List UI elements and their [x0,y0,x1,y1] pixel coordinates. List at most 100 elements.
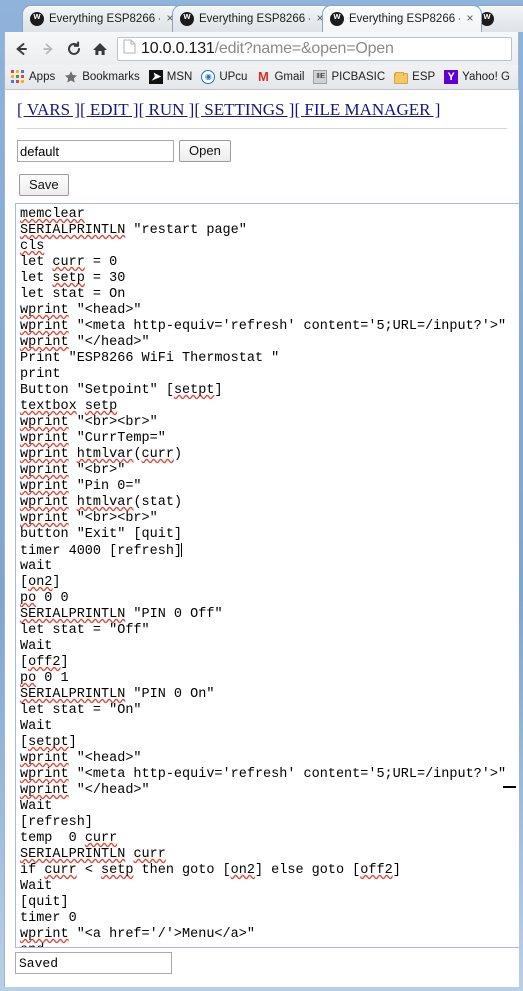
code-line: [off2] [20,655,69,670]
upcu-icon: ◉ [201,70,216,84]
code-line: wprint htmlvar(curr) [20,447,183,462]
code-line: textbox setp [20,399,118,414]
bookmark-yahoo[interactable]: Y Yahoo! G [444,67,510,87]
scroll-marker[interactable] [503,786,516,788]
code-line: [setpt] [20,735,77,750]
close-icon[interactable]: × [463,12,477,26]
nav-link-edit[interactable]: [ EDIT ] [80,100,139,119]
reload-icon[interactable] [61,35,87,63]
open-button[interactable]: Open [179,140,231,162]
code-editor-textarea[interactable]: memclear SERIALPRINTLN "restart page" cls l… [15,203,519,948]
code-line: [quit] [20,895,69,910]
code-line: timer 0 [20,911,77,926]
code-line: Wait [20,879,53,894]
bookmark-label: Gmail [274,71,305,83]
code-line: wprint "CurrTemp=" [20,431,166,446]
nav-link-vars[interactable]: [ VARS ] [17,100,80,119]
msn-icon: ➤ [148,70,163,84]
code-line: wprint "<head>" [20,751,142,766]
code-line: let stat = "Off" [20,623,150,638]
bookmark-label: Apps [29,71,56,83]
nav-link-file-manager[interactable]: [ FILE MANAGER ] [294,100,440,119]
code-line: wprint "<br>" [20,463,126,478]
wordpress-w-icon [480,11,494,26]
url-path: /edit?name=&open=Open [214,39,394,57]
tab-title: Everything ESP8266 - [49,13,160,25]
tab-title: Everything ESP8266 - [199,13,310,25]
browser-window: Everything ESP8266 - × Everything ESP826… [0,0,523,991]
code-line: wprint "<a href='/'>Menu</a>" [20,927,255,942]
code-line: wprint "<meta http-equiv='refresh' conte… [20,319,507,334]
code-line: SERIALPRINTLN "PIN 0 On" [20,687,215,702]
nav-link-bar: [ VARS ][ EDIT ][ RUN ][ SETTINGS ][ FIL… [17,100,519,120]
code-line: wprint "</head>" [20,783,150,798]
code-line: SERIALPRINTLN "PIN 0 Off" [20,607,223,622]
bookmark-bookmarks[interactable]: Bookmarks [64,67,140,87]
bookmarks-bar: Apps Bookmarks ➤ MSN ◉ UPcu M Gmail IIIE… [4,65,519,90]
code-line: wprint "</head>" [20,335,150,350]
address-bar[interactable]: 10.0.0.131/edit?name=&open=Open [117,36,512,61]
home-icon[interactable] [87,35,113,63]
bookmark-label: PICBASIC [331,71,386,83]
code-line: Wait [20,639,53,654]
tab-strip: Everything ESP8266 - × Everything ESP826… [0,0,523,32]
bookmark-label: Yahoo! G [462,71,510,83]
code-line: end [20,943,519,947]
code-line: let curr = 0 [20,255,118,270]
code-line: temp 0 curr [20,831,118,846]
code-line: SERIALPRINTLN curr [20,847,166,862]
code-line: [on2] [20,575,61,590]
star-icon [64,70,78,84]
code-line: memclear [20,207,85,222]
bookmark-label: ESP [412,71,436,83]
code-line: wprint htmlvar(stat) [20,495,183,510]
bookmark-upcu[interactable]: ◉ UPcu [201,67,247,87]
browser-tab-2[interactable]: Everything ESP8266 - × [172,5,332,32]
status-row [15,952,172,974]
code-line: Print "ESP8266 WiFi Thermostat " [20,351,280,366]
back-arrow-icon[interactable] [9,35,35,63]
code-line: let stat = "On" [20,703,142,718]
code-line: cls [20,239,45,254]
browser-tab-3-active[interactable]: Everything ESP8266 - × [322,5,482,32]
code-line: Wait [20,799,53,814]
code-line: button "Exit" [quit] [20,527,183,542]
open-file-row: Open [17,140,519,162]
bookmark-msn[interactable]: ➤ MSN [148,67,193,87]
horizontal-divider [17,128,507,129]
code-line: timer 4000 [refresh] [20,543,183,559]
code-line: Wait [20,719,53,734]
yahoo-y-icon: Y [444,70,459,84]
code-line: [refresh] [20,815,93,830]
page-document-icon [123,38,136,59]
nav-link-run[interactable]: [ RUN ] [139,100,195,119]
gmail-m-icon: M [258,69,269,84]
page-viewport: [ VARS ][ EDIT ][ RUN ][ SETTINGS ][ FIL… [4,90,519,987]
url-text: 10.0.0.131/edit?name=&open=Open [141,40,394,58]
url-host: 10.0.0.131 [141,39,215,57]
code-line: wprint "<head>" [20,303,142,318]
status-field[interactable] [15,952,172,974]
code-line: print [20,367,61,382]
code-line: if curr < setp then goto [on2] else goto… [20,863,401,878]
code-line: let setp = 30 [20,271,126,286]
bookmark-label: UPcu [219,71,248,83]
bookmark-esp[interactable]: ESP [394,67,435,87]
forward-arrow-icon [35,35,61,63]
bookmark-label: MSN [166,71,193,83]
bookmark-gmail[interactable]: M Gmail [256,67,304,87]
save-button[interactable]: Save [19,174,69,196]
nav-link-settings[interactable]: [ SETTINGS ] [194,100,294,119]
code-line: wprint "Pin 0=" [20,479,142,494]
code-editor-content: memclear SERIALPRINTLN "restart page" cls l… [16,204,519,947]
code-line: SERIALPRINTLN "restart page" [20,223,247,238]
filename-input[interactable] [17,140,174,162]
wordpress-w-icon [180,11,194,26]
wordpress-w-icon [30,11,44,26]
apps-grid-icon [11,70,25,84]
browser-toolbar: 10.0.0.131/edit?name=&open=Open [4,32,519,65]
code-line: po 0 1 [20,671,69,686]
browser-tab-1[interactable]: Everything ESP8266 - × [22,5,182,32]
bookmark-apps[interactable]: Apps [11,67,55,87]
bookmark-picbasic[interactable]: IIIE PICBASIC [313,67,385,87]
